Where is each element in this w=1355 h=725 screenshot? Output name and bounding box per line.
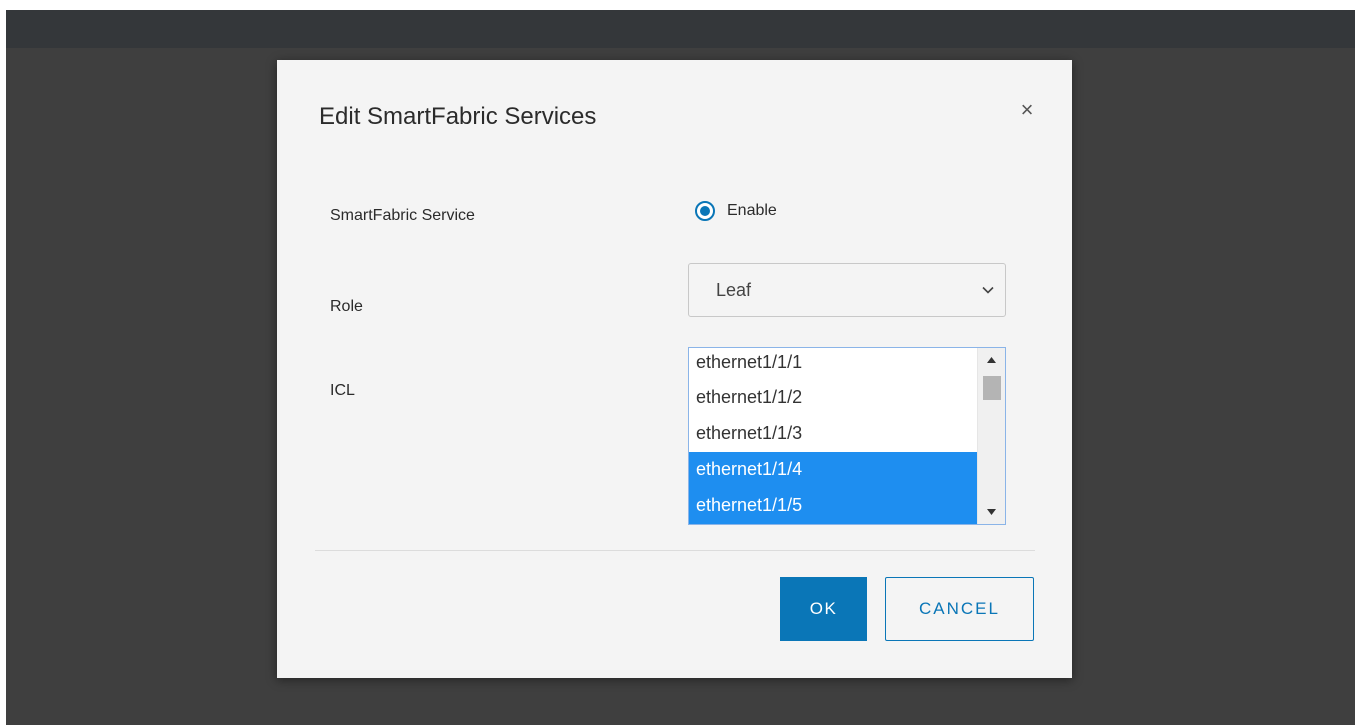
icl-listbox[interactable]: ethernet1/1/1 ethernet1/1/2 ethernet1/1/… — [688, 347, 1006, 525]
scroll-down-arrow-icon[interactable] — [978, 502, 1005, 522]
icl-scrollbar[interactable] — [977, 348, 1005, 524]
scroll-thumb[interactable] — [983, 376, 1001, 400]
modal-backdrop: Edit SmartFabric Services × SmartFabric … — [6, 10, 1355, 725]
footer-divider — [315, 550, 1035, 551]
ok-button[interactable]: OK — [780, 577, 867, 641]
scroll-up-arrow-icon[interactable] — [978, 350, 1005, 370]
icl-option[interactable]: ethernet1/1/2 — [689, 380, 978, 416]
icl-options: ethernet1/1/1 ethernet1/1/2 ethernet1/1/… — [689, 348, 978, 524]
role-select[interactable]: Leaf — [688, 263, 1006, 317]
icl-option-selected[interactable]: ethernet1/1/5 — [689, 488, 978, 524]
radio-button[interactable] — [695, 201, 715, 221]
edit-smartfabric-dialog: Edit SmartFabric Services × SmartFabric … — [277, 60, 1072, 678]
icl-option-selected[interactable]: ethernet1/1/4 — [689, 452, 978, 488]
close-button[interactable]: × — [1015, 98, 1039, 122]
icl-option[interactable]: ethernet1/1/3 — [689, 416, 978, 452]
app-top-bar — [6, 10, 1355, 48]
icl-label: ICL — [330, 382, 355, 399]
role-label: Role — [330, 298, 363, 315]
icl-option[interactable]: ethernet1/1/1 — [689, 348, 978, 380]
enable-radio-label[interactable]: Enable — [727, 202, 777, 220]
enable-radio[interactable]: Enable — [695, 201, 777, 221]
chevron-down-icon — [982, 286, 994, 294]
close-icon: × — [1020, 97, 1034, 122]
role-select-value: Leaf — [716, 280, 752, 300]
dialog-title: Edit SmartFabric Services — [319, 103, 597, 130]
radio-selected-dot — [700, 206, 710, 216]
cancel-button[interactable]: CANCEL — [885, 577, 1034, 641]
smartfabric-service-label: SmartFabric Service — [330, 207, 475, 224]
